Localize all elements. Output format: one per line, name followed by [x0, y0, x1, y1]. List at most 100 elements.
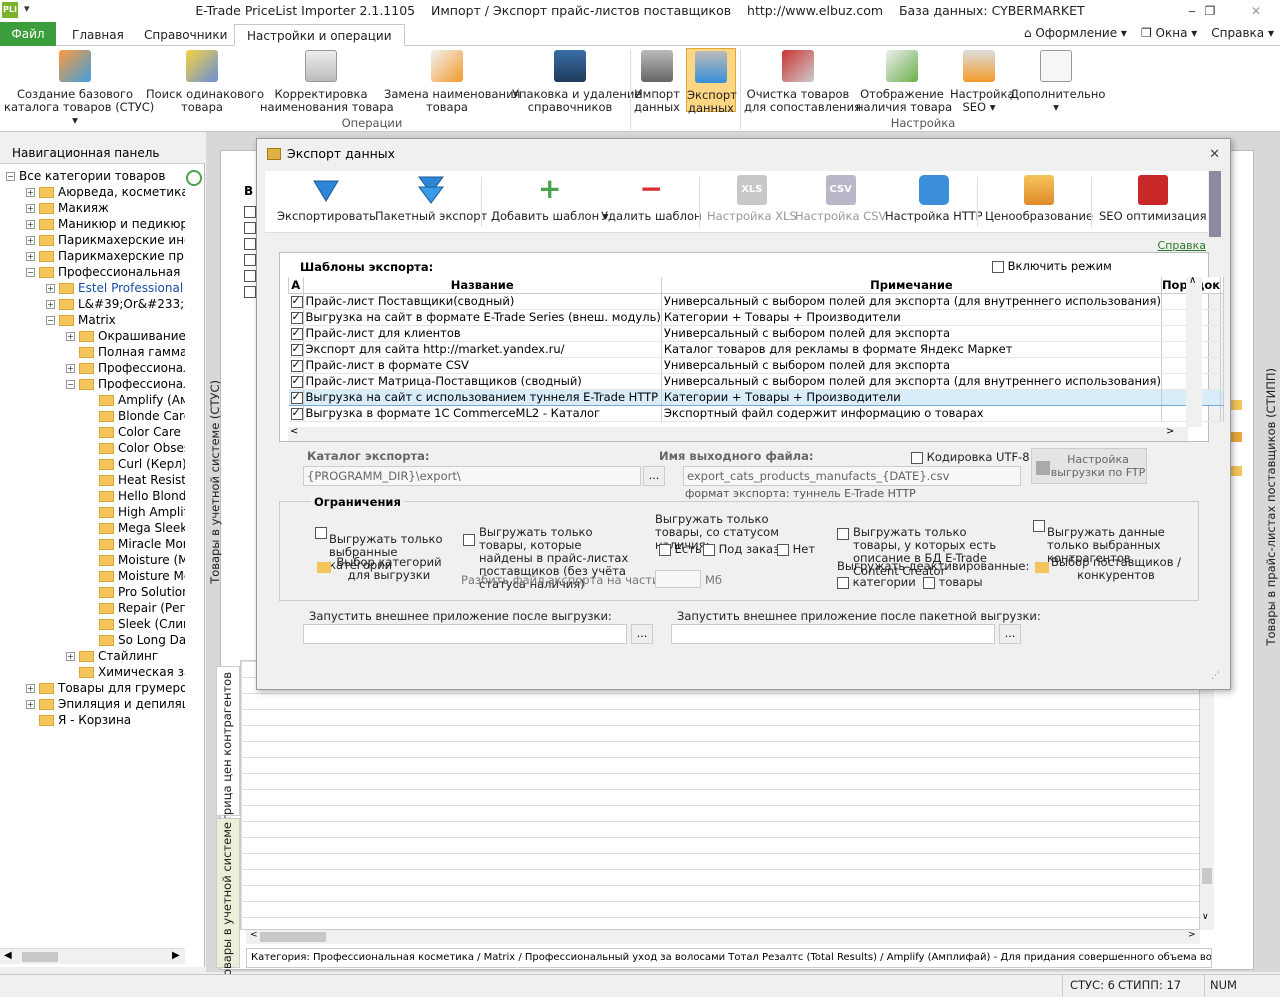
tree-item[interactable]: + Парикмахерские инст [26, 232, 185, 248]
batch-export-button[interactable]: Пакетный экспорт [375, 175, 487, 223]
column-header[interactable]: A [288, 277, 304, 294]
none-checkbox[interactable] [777, 543, 789, 556]
template-row[interactable]: Прайс-лист Матрица-Поставщиков (сводный)… [288, 373, 1225, 390]
tree-item[interactable]: + Макияж [26, 200, 109, 216]
scroll-thumb[interactable] [22, 952, 58, 962]
xls-settings-button[interactable]: XLS Настройка XLS [707, 175, 797, 223]
tree-item[interactable]: − Все категории товаров [6, 168, 165, 184]
tree-item[interactable]: + L&#39;Or&#233;al [46, 296, 185, 312]
templates-table[interactable]: A Название Примечание Порядок Прайс-лист… [288, 277, 1225, 422]
only-description-checkbox[interactable] [837, 527, 849, 540]
tree-item[interactable]: + Эпиляция и депиляц [26, 696, 185, 712]
additional-button[interactable]: Дополнительно ▾ [1010, 50, 1105, 114]
toolbar-overflow[interactable] [1209, 171, 1221, 237]
tree-item[interactable]: − Профессиональ [66, 376, 185, 392]
template-active-checkbox[interactable] [290, 310, 303, 324]
edit-mode-checkbox[interactable] [992, 260, 1004, 273]
template-active-checkbox[interactable] [290, 390, 303, 404]
template-row[interactable]: Прайс-лист для клиентовУниверсальный с в… [288, 325, 1225, 342]
status-in-stock[interactable]: Есть [659, 542, 702, 556]
tree-item[interactable]: + Парикмахерские прин [26, 248, 185, 264]
status-none[interactable]: Нет [777, 542, 815, 556]
pack-delete-refs-button[interactable]: Упаковка и удаление справочников [512, 50, 641, 114]
tree-item[interactable]: Sleek (Слик [86, 616, 185, 632]
export-data-button[interactable]: Экспорт данных [686, 48, 737, 115]
restore-icon[interactable]: ❐ [1200, 4, 1220, 18]
dialog-close-icon[interactable]: ✕ [1209, 147, 1220, 162]
template-active-cell[interactable] [288, 293, 304, 310]
template-row[interactable]: Выгрузка в формате 1С CommerceML2 - Ката… [288, 405, 1225, 422]
find-same-product-button[interactable]: Поиск одинакового товара [146, 50, 264, 114]
collapse-icon[interactable]: − [6, 172, 15, 181]
deactivated-products[interactable]: товары [923, 575, 983, 589]
tree-item[interactable]: + Аюрведа, косметика и [26, 184, 185, 200]
template-active-checkbox[interactable] [290, 326, 303, 340]
only-found-checkbox[interactable] [463, 533, 475, 546]
tree-item[interactable]: Mega Sleek [86, 520, 185, 536]
template-row[interactable]: Прайс-лист в формате CSVУниверсальный с … [288, 357, 1225, 374]
products-grid[interactable] [240, 660, 1200, 930]
ext-app-browse-button[interactable]: ... [631, 624, 653, 644]
tab-file[interactable]: Файл [0, 22, 56, 46]
tab-home[interactable]: Главная [60, 24, 136, 46]
deactivated-categories[interactable]: категории [837, 575, 916, 589]
tree-item[interactable]: Curl (Керл) [86, 456, 185, 472]
close-icon[interactable]: ✕ [1246, 4, 1266, 18]
scroll-left-icon[interactable]: ◀ [4, 950, 12, 961]
scroll-thumb[interactable] [1202, 868, 1212, 884]
utf8-toggle[interactable]: Кодировка UTF-8 [911, 450, 1030, 464]
category-tree[interactable]: − Все категории товаров + Аюрведа, косметик… [0, 168, 185, 958]
collapse-icon[interactable]: − [26, 268, 35, 277]
side-tab-stus[interactable]: Товары в учетной системе (СТУС) [208, 380, 222, 584]
expand-icon[interactable]: + [26, 204, 35, 213]
expand-icon[interactable]: + [46, 300, 55, 309]
delete-template-button[interactable]: − Удалить шаблон [601, 175, 702, 224]
expand-icon[interactable]: + [66, 364, 75, 373]
in-stock-checkbox[interactable] [659, 543, 671, 556]
template-active-cell[interactable] [288, 388, 304, 406]
help-link[interactable]: Справка [1158, 239, 1206, 252]
tree-item[interactable]: Moisture Me [86, 568, 185, 584]
scroll-down-icon[interactable]: ∨ [1202, 912, 1209, 922]
replace-name-button[interactable]: Замена наименования товара [384, 50, 520, 114]
template-active-checkbox[interactable] [290, 342, 303, 356]
choose-suppliers-button[interactable]: Выбор поставщиков / конкурентов [1035, 556, 1183, 582]
template-row[interactable]: Экспорт для сайта http://market.yandex.r… [288, 341, 1225, 358]
template-active-checkbox[interactable] [290, 358, 303, 372]
utf8-checkbox[interactable] [911, 451, 923, 464]
status-on-order[interactable]: Под заказ [703, 542, 779, 556]
template-active-cell[interactable] [288, 357, 304, 374]
tab-references[interactable]: Справочники [132, 24, 239, 46]
tree-item[interactable]: − Профессиональная ко [26, 264, 185, 280]
resize-grip-icon[interactable]: ⋰ [1211, 671, 1220, 681]
template-active-cell[interactable] [288, 325, 304, 342]
side-tab-matrix[interactable]: Матрица цен контрагентов [220, 672, 234, 839]
grid-vscroll[interactable]: ∨ [1200, 660, 1214, 930]
ext-app-batch-browse-button[interactable]: ... [999, 624, 1021, 644]
tree-item[interactable]: Repair (Репе [86, 600, 185, 616]
grid-hscroll[interactable]: < > [246, 930, 1200, 944]
side-tab-stipp[interactable]: Товары в прайс-листах поставщиков (СТИПП… [1264, 368, 1278, 646]
template-active-cell[interactable] [288, 373, 304, 390]
tab-settings-operations[interactable]: Настройки и операции [234, 24, 405, 46]
tree-item[interactable]: Color Care (I [86, 424, 185, 440]
only-contractors-checkbox[interactable] [1033, 519, 1045, 532]
scroll-right-icon[interactable]: > [1188, 930, 1196, 940]
help-menu[interactable]: Справка ▾ [1211, 26, 1274, 40]
template-row[interactable]: Выгрузка на сайт в формате E-Trade Serie… [288, 309, 1225, 326]
template-active-cell[interactable] [288, 341, 304, 358]
scroll-right-icon[interactable]: > [1166, 426, 1174, 437]
export-button[interactable]: Экспортировать [277, 175, 376, 223]
windows-menu[interactable]: ❐ Окна ▾ [1141, 26, 1197, 40]
on-order-checkbox[interactable] [703, 543, 715, 556]
scroll-right-icon[interactable]: ▶ [172, 950, 180, 961]
expand-icon[interactable]: + [26, 252, 35, 261]
expand-icon[interactable]: + [66, 652, 75, 661]
only-selected-categories-checkbox[interactable] [315, 526, 327, 539]
expand-icon[interactable]: + [46, 284, 55, 293]
ext-app-input[interactable] [303, 624, 627, 644]
choose-categories-button[interactable]: Выбор категорий для выгрузки [317, 556, 449, 582]
template-active-cell[interactable] [288, 309, 304, 326]
scroll-thumb[interactable] [260, 932, 326, 942]
seo-optimization-button[interactable]: SEO оптимизация [1099, 175, 1207, 223]
